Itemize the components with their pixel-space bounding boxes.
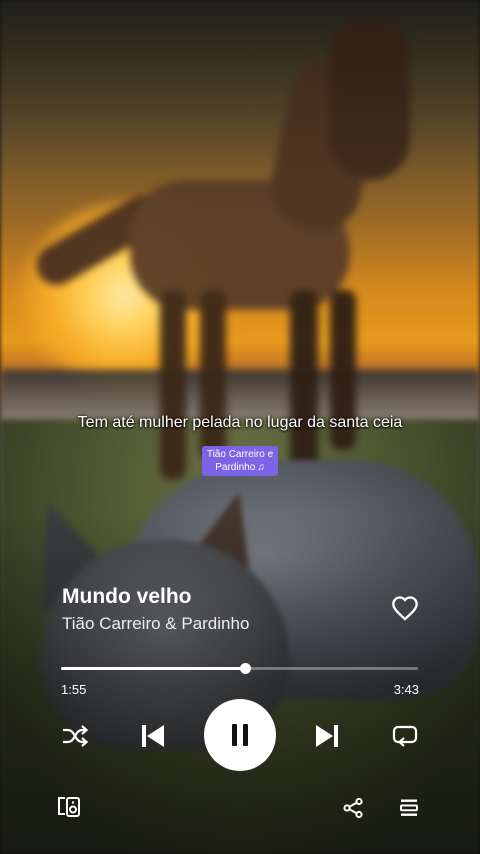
heart-icon — [392, 596, 418, 621]
device-speaker-icon — [58, 797, 80, 817]
pause-button[interactable] — [204, 699, 276, 771]
share-button[interactable] — [341, 796, 365, 820]
repeat-button[interactable] — [390, 721, 420, 751]
seek-bar-progress — [61, 667, 246, 670]
shuffle-icon — [63, 725, 89, 747]
music-note-icon: ♫ — [257, 462, 265, 473]
skip-previous-icon — [142, 725, 164, 747]
connect-device-button[interactable] — [56, 794, 82, 820]
track-artist[interactable]: Tião Carreiro & Pardinho — [62, 614, 249, 634]
elapsed-time: 1:55 — [61, 682, 87, 697]
shuffle-button[interactable] — [60, 722, 90, 750]
previous-button[interactable] — [137, 720, 169, 752]
pause-icon — [232, 724, 248, 746]
seek-bar[interactable] — [61, 663, 418, 674]
current-lyric-line: Tem até mulher pelada no lugar da santa … — [77, 414, 403, 431]
total-time: 3:43 — [393, 682, 419, 697]
queue-button[interactable] — [397, 796, 421, 820]
skip-next-icon — [316, 725, 338, 747]
repeat-icon — [392, 725, 418, 747]
share-icon — [343, 797, 363, 819]
like-button[interactable] — [390, 593, 420, 623]
next-button[interactable] — [311, 720, 343, 752]
queue-icon — [400, 799, 418, 816]
lyric-artist-chip: Tião Carreiro e Pardinho ♫ — [202, 446, 278, 476]
track-title: Mundo velho — [62, 585, 192, 608]
